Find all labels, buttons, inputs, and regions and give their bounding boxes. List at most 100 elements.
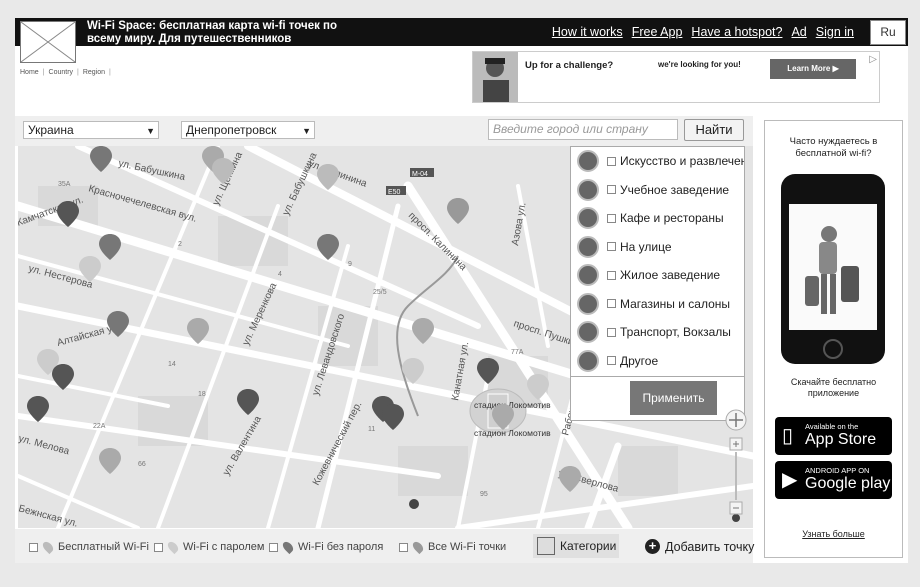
legend-all-wifi[interactable]: Все Wi-Fi точки bbox=[399, 539, 507, 555]
shopping-cart-icon bbox=[577, 292, 599, 315]
city-select[interactable]: Днепропетровск ▼ bbox=[181, 121, 315, 139]
top-nav: How it works Free App Have a hotspot? Ad… bbox=[552, 25, 854, 39]
category-education[interactable]: Учебное заведение bbox=[571, 176, 744, 205]
legend-label: Wi-Fi без пароля bbox=[298, 541, 384, 553]
breadcrumb-region[interactable]: Region bbox=[83, 69, 105, 76]
category-label: Другое bbox=[620, 353, 659, 368]
category-residential[interactable]: Жилое заведение bbox=[571, 261, 744, 290]
category-checkbox[interactable] bbox=[607, 270, 616, 280]
legend-password-wifi[interactable]: Wi-Fi с паролем bbox=[154, 539, 264, 555]
categories-toggle-label: Категории bbox=[560, 539, 617, 553]
dots-icon bbox=[577, 349, 599, 372]
nav-sign-in[interactable]: Sign in bbox=[816, 25, 854, 39]
google-play-badge[interactable]: ▶ ANDROID APP ON Google play bbox=[775, 461, 892, 499]
legend-checkbox[interactable] bbox=[29, 542, 38, 552]
road-shield: M-04 bbox=[412, 171, 428, 178]
ad-learn-more-button[interactable]: Learn More ▶ bbox=[770, 59, 856, 79]
category-label: Учебное заведение bbox=[620, 182, 730, 197]
map-zoom-control[interactable] bbox=[724, 408, 748, 518]
promo-question: Часто нуждаетесь в бесплатной wi-fi? bbox=[789, 136, 878, 159]
building-number: 77A bbox=[511, 349, 524, 356]
learn-more-link[interactable]: Узнать больше bbox=[765, 529, 902, 539]
legend-checkbox[interactable] bbox=[269, 542, 278, 552]
ad-banner[interactable]: Up for a challenge? we're looking for yo… bbox=[472, 51, 880, 103]
add-point-label: Добавить точку bbox=[665, 539, 755, 554]
legend-no-password-wifi[interactable]: Wi-Fi без пароля bbox=[269, 539, 384, 555]
nav-free-app[interactable]: Free App bbox=[632, 25, 683, 39]
category-checkbox[interactable] bbox=[607, 242, 616, 252]
apply-box: Применить bbox=[570, 377, 745, 421]
phone-image bbox=[781, 174, 885, 364]
poi-stadium-label: стадион Локомотив bbox=[474, 400, 551, 410]
breadcrumb: Home | Country | Region | bbox=[20, 69, 111, 76]
map-area[interactable]: ул. Бабушкина ул. Калинина Красночечелев… bbox=[18, 146, 753, 528]
poi-stadium-sublabel: стадион Локомотив bbox=[474, 428, 551, 438]
category-checkbox[interactable] bbox=[607, 356, 616, 366]
site-title: Wi-Fi Space: бесплатная карта wi-fi точе… bbox=[87, 20, 338, 45]
language-button[interactable]: Ru bbox=[870, 20, 906, 45]
category-other[interactable]: Другое bbox=[571, 347, 744, 376]
logo-placeholder[interactable] bbox=[20, 21, 76, 63]
cutlery-icon bbox=[577, 207, 599, 230]
legend-label: Все Wi-Fi точки bbox=[428, 541, 507, 553]
category-label: Транспорт, Вокзалы bbox=[620, 325, 731, 340]
pin-icon bbox=[40, 539, 56, 555]
category-checkbox[interactable] bbox=[607, 185, 616, 195]
building-number: 22A bbox=[93, 423, 106, 430]
building-number: 95 bbox=[480, 491, 488, 498]
category-checkbox[interactable] bbox=[607, 213, 616, 223]
phone-screen bbox=[789, 204, 877, 330]
building-number: 11 bbox=[368, 426, 375, 433]
legend-checkbox[interactable] bbox=[154, 542, 163, 552]
categories-toggle[interactable]: Категории bbox=[533, 534, 619, 558]
masks-icon bbox=[577, 150, 599, 173]
categories-panel: Искусство и развлечения Учебное заведени… bbox=[570, 146, 745, 377]
legend-free-wifi[interactable]: Бесплатный Wi-Fi bbox=[29, 539, 149, 555]
nav-how-it-works[interactable]: How it works bbox=[552, 25, 623, 39]
category-label: Магазины и салоны bbox=[620, 296, 731, 311]
category-arts[interactable]: Искусство и развлечения bbox=[571, 147, 744, 176]
category-shops[interactable]: Магазины и салоны bbox=[571, 290, 744, 319]
app-store-badge[interactable]: ▯ Available on the App Store bbox=[775, 417, 892, 455]
category-label: Кафе и рестораны bbox=[620, 211, 724, 226]
nav-have-hotspot[interactable]: Have a hotspot? bbox=[691, 25, 782, 39]
category-transport[interactable]: Транспорт, Вокзалы bbox=[571, 318, 744, 347]
search-input[interactable]: Введите город или страну bbox=[488, 119, 678, 140]
category-checkbox[interactable] bbox=[607, 299, 616, 309]
breadcrumb-home[interactable]: Home bbox=[20, 69, 39, 76]
building-number: 9 bbox=[348, 261, 352, 268]
graduation-cap-icon bbox=[577, 178, 599, 201]
nav-ad[interactable]: Ad bbox=[791, 25, 806, 39]
category-label: На улице bbox=[620, 239, 672, 254]
building-number: 18 bbox=[198, 391, 206, 398]
apple-icon: ▯ bbox=[782, 425, 794, 447]
country-select[interactable]: Украина ▼ bbox=[23, 121, 159, 139]
building-number: 14 bbox=[168, 361, 176, 368]
ad-subline: we're looking for you! bbox=[658, 60, 741, 69]
category-checkbox[interactable] bbox=[607, 156, 616, 166]
app-store-small-text: Available on the bbox=[805, 422, 859, 431]
find-button[interactable]: Найти bbox=[684, 119, 744, 141]
pin-icon bbox=[410, 539, 426, 555]
ad-headline: Up for a challenge? bbox=[525, 60, 614, 71]
app-store-text: App Store bbox=[805, 431, 877, 448]
apply-button[interactable]: Применить bbox=[630, 381, 717, 415]
building-number: 66 bbox=[138, 461, 146, 468]
categories-icon bbox=[537, 537, 555, 555]
building-number: 2 bbox=[178, 241, 182, 248]
ad-image bbox=[473, 52, 518, 102]
dropdown-arrow-icon: ▼ bbox=[146, 126, 155, 136]
page: Wi-Fi Space: бесплатная карта wi-fi точе… bbox=[15, 18, 908, 563]
category-cafes[interactable]: Кафе и рестораны bbox=[571, 204, 744, 233]
filter-bar: Украина ▼ Днепропетровск ▼ Введите город… bbox=[15, 116, 753, 146]
legend-checkbox[interactable] bbox=[399, 542, 408, 552]
category-label: Искусство и развлечения bbox=[620, 154, 744, 169]
add-point-button[interactable]: + Добавить точку bbox=[645, 539, 754, 554]
breadcrumb-country[interactable]: Country bbox=[49, 69, 74, 76]
road-shield: E50 bbox=[388, 189, 401, 196]
category-checkbox[interactable] bbox=[607, 327, 616, 337]
house-icon bbox=[577, 264, 599, 287]
category-outdoor[interactable]: На улице bbox=[571, 233, 744, 262]
google-play-text: Google play bbox=[805, 475, 891, 492]
adchoices-icon[interactable]: ▷ bbox=[869, 54, 877, 65]
